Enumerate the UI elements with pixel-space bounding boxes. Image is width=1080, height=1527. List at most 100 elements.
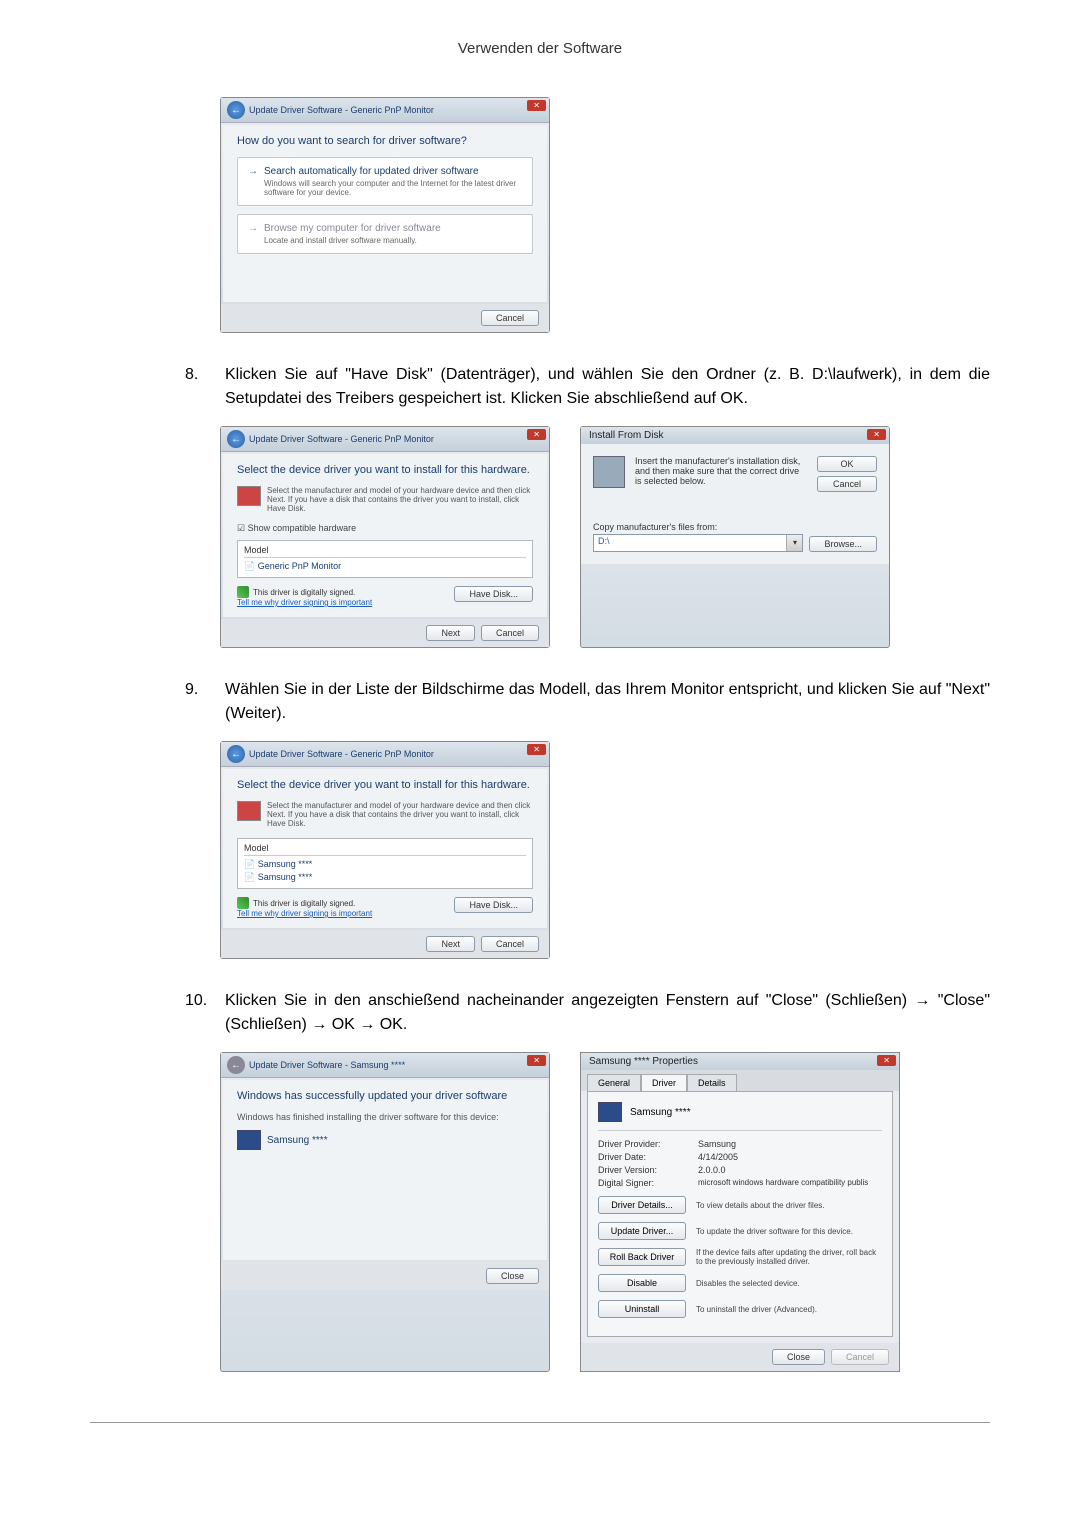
- version-label: Driver Version:: [598, 1165, 698, 1175]
- dialog-title: Update Driver Software - Generic PnP Mon…: [249, 105, 434, 115]
- update-driver-desc: To update the driver software for this d…: [696, 1227, 882, 1236]
- screenshot-step8: ✕ ← Update Driver Software - Generic PnP…: [90, 426, 990, 648]
- select-model-dialog: ✕ ← Update Driver Software - Generic PnP…: [220, 741, 550, 959]
- instruction-text: Select the manufacturer and model of you…: [267, 486, 533, 513]
- properties-title: Samsung **** Properties ✕: [581, 1053, 899, 1070]
- step-number: 10.: [185, 989, 225, 1037]
- back-icon[interactable]: ←: [227, 430, 245, 448]
- dialog-title-bar: ← Update Driver Software - Generic PnP M…: [221, 98, 549, 123]
- tab-details[interactable]: Details: [687, 1074, 737, 1091]
- model-header: Model: [244, 545, 526, 558]
- tab-general[interactable]: General: [587, 1074, 641, 1091]
- close-icon[interactable]: ✕: [527, 100, 546, 111]
- option-desc: Windows will search your computer and th…: [264, 179, 522, 197]
- next-button[interactable]: Next: [426, 625, 475, 641]
- dialog-title-bar: ← Update Driver Software - Samsung ****: [221, 1053, 549, 1078]
- cancel-button[interactable]: Cancel: [481, 625, 539, 641]
- search-auto-option[interactable]: → Search automatically for updated drive…: [237, 157, 533, 206]
- step-8: 8. Klicken Sie auf "Have Disk" (Datenträ…: [185, 363, 990, 411]
- device-name: Samsung ****: [630, 1107, 691, 1118]
- update-driver-button[interactable]: Update Driver...: [598, 1222, 686, 1240]
- cancel-button: Cancel: [831, 1349, 889, 1365]
- signing-link[interactable]: Tell me why driver signing is important: [237, 598, 372, 607]
- provider-value: Samsung: [698, 1139, 736, 1149]
- version-value: 2.0.0.0: [698, 1165, 726, 1175]
- close-button[interactable]: Close: [486, 1268, 539, 1284]
- close-icon[interactable]: ✕: [527, 1055, 546, 1066]
- option-title: Search automatically for updated driver …: [264, 166, 522, 177]
- close-icon[interactable]: ✕: [527, 429, 546, 440]
- next-button[interactable]: Next: [426, 936, 475, 952]
- close-icon[interactable]: ✕: [877, 1055, 896, 1066]
- dialog-title: Update Driver Software - Generic PnP Mon…: [249, 434, 434, 444]
- close-icon[interactable]: ✕: [867, 429, 886, 440]
- cancel-button[interactable]: Cancel: [817, 476, 877, 492]
- uninstall-desc: To uninstall the driver (Advanced).: [696, 1305, 882, 1314]
- model-header: Model: [244, 843, 526, 856]
- have-disk-button[interactable]: Have Disk...: [454, 586, 533, 602]
- browse-computer-option[interactable]: → Browse my computer for driver software…: [237, 214, 533, 254]
- dialog-title: Install From Disk: [581, 427, 889, 444]
- have-disk-button[interactable]: Have Disk...: [454, 897, 533, 913]
- cancel-button[interactable]: Cancel: [481, 310, 539, 326]
- signed-text: This driver is digitally signed.: [253, 899, 355, 908]
- screenshot-step7: ✕ ← Update Driver Software - Generic PnP…: [90, 97, 990, 333]
- compatible-checkbox[interactable]: ☑ Show compatible hardware: [237, 523, 533, 534]
- dialog-title-bar: ← Update Driver Software - Generic PnP M…: [221, 742, 549, 767]
- shield-icon: [237, 897, 249, 909]
- arrow-icon: →: [248, 223, 258, 245]
- back-icon[interactable]: ←: [227, 101, 245, 119]
- page-header: Verwenden der Software: [90, 40, 990, 57]
- rollback-desc: If the device fails after updating the d…: [696, 1248, 882, 1266]
- signing-link[interactable]: Tell me why driver signing is important: [237, 909, 372, 918]
- success-dialog: ✕ ← Update Driver Software - Samsung ***…: [220, 1052, 550, 1372]
- disk-icon: [237, 801, 261, 821]
- model-item-1[interactable]: 📄 Samsung ****: [244, 858, 526, 871]
- success-heading: Windows has successfully updated your dr…: [237, 1090, 533, 1102]
- step-10: 10. Klicken Sie in den anschießend nache…: [185, 989, 990, 1037]
- option-title: Browse my computer for driver software: [264, 223, 441, 234]
- driver-details-desc: To view details about the driver files.: [696, 1201, 882, 1210]
- screenshot-step10: ✕ ← Update Driver Software - Samsung ***…: [90, 1052, 990, 1372]
- step-text: Klicken Sie in den anschießend nacheinan…: [225, 989, 990, 1037]
- chevron-down-icon[interactable]: ▾: [786, 535, 802, 551]
- tab-strip: General Driver Details: [581, 1070, 899, 1091]
- dialog-heading: Select the device driver you want to ins…: [237, 464, 533, 476]
- model-item-2[interactable]: 📄 Samsung ****: [244, 871, 526, 884]
- select-driver-dialog: ✕ ← Update Driver Software - Generic PnP…: [220, 426, 550, 648]
- copy-from-label: Copy manufacturer's files from:: [593, 522, 803, 532]
- instruction-text: Select the manufacturer and model of you…: [267, 801, 533, 828]
- disable-button[interactable]: Disable: [598, 1274, 686, 1292]
- dialog-heading: Select the device driver you want to ins…: [237, 779, 533, 791]
- path-combobox[interactable]: D:\ ▾: [593, 534, 803, 552]
- uninstall-button[interactable]: Uninstall: [598, 1300, 686, 1318]
- close-icon[interactable]: ✕: [527, 744, 546, 755]
- screenshot-step9: ✕ ← Update Driver Software - Generic PnP…: [90, 741, 990, 959]
- model-item[interactable]: 📄 Generic PnP Monitor: [244, 560, 526, 573]
- ok-button[interactable]: OK: [817, 456, 877, 472]
- model-list: Model 📄 Samsung **** 📄 Samsung ****: [237, 838, 533, 889]
- step-text: Klicken Sie auf "Have Disk" (Datenträger…: [225, 363, 990, 411]
- dialog-title-bar: ← Update Driver Software - Generic PnP M…: [221, 427, 549, 452]
- cancel-button[interactable]: Cancel: [481, 936, 539, 952]
- browse-button[interactable]: Browse...: [809, 536, 877, 552]
- step-9: 9. Wählen Sie in der Liste der Bildschir…: [185, 678, 990, 726]
- close-button[interactable]: Close: [772, 1349, 825, 1365]
- signer-value: microsoft windows hardware compatibility…: [698, 1178, 868, 1188]
- rollback-button[interactable]: Roll Back Driver: [598, 1248, 686, 1266]
- date-value: 4/14/2005: [698, 1152, 738, 1162]
- ifd-instruction: Insert the manufacturer's installation d…: [635, 456, 807, 486]
- dialog-heading: How do you want to search for driver sof…: [237, 135, 533, 147]
- step-number: 8.: [185, 363, 225, 411]
- tab-driver[interactable]: Driver: [641, 1074, 687, 1091]
- date-label: Driver Date:: [598, 1152, 698, 1162]
- device-label: Samsung ****: [267, 1135, 328, 1146]
- shield-icon: [237, 586, 249, 598]
- back-icon: ←: [227, 1056, 245, 1074]
- success-subtext: Windows has finished installing the driv…: [237, 1112, 533, 1122]
- back-icon[interactable]: ←: [227, 745, 245, 763]
- driver-details-button[interactable]: Driver Details...: [598, 1196, 686, 1214]
- disk-icon: [237, 486, 261, 506]
- step-number: 9.: [185, 678, 225, 726]
- monitor-icon: [237, 1130, 261, 1150]
